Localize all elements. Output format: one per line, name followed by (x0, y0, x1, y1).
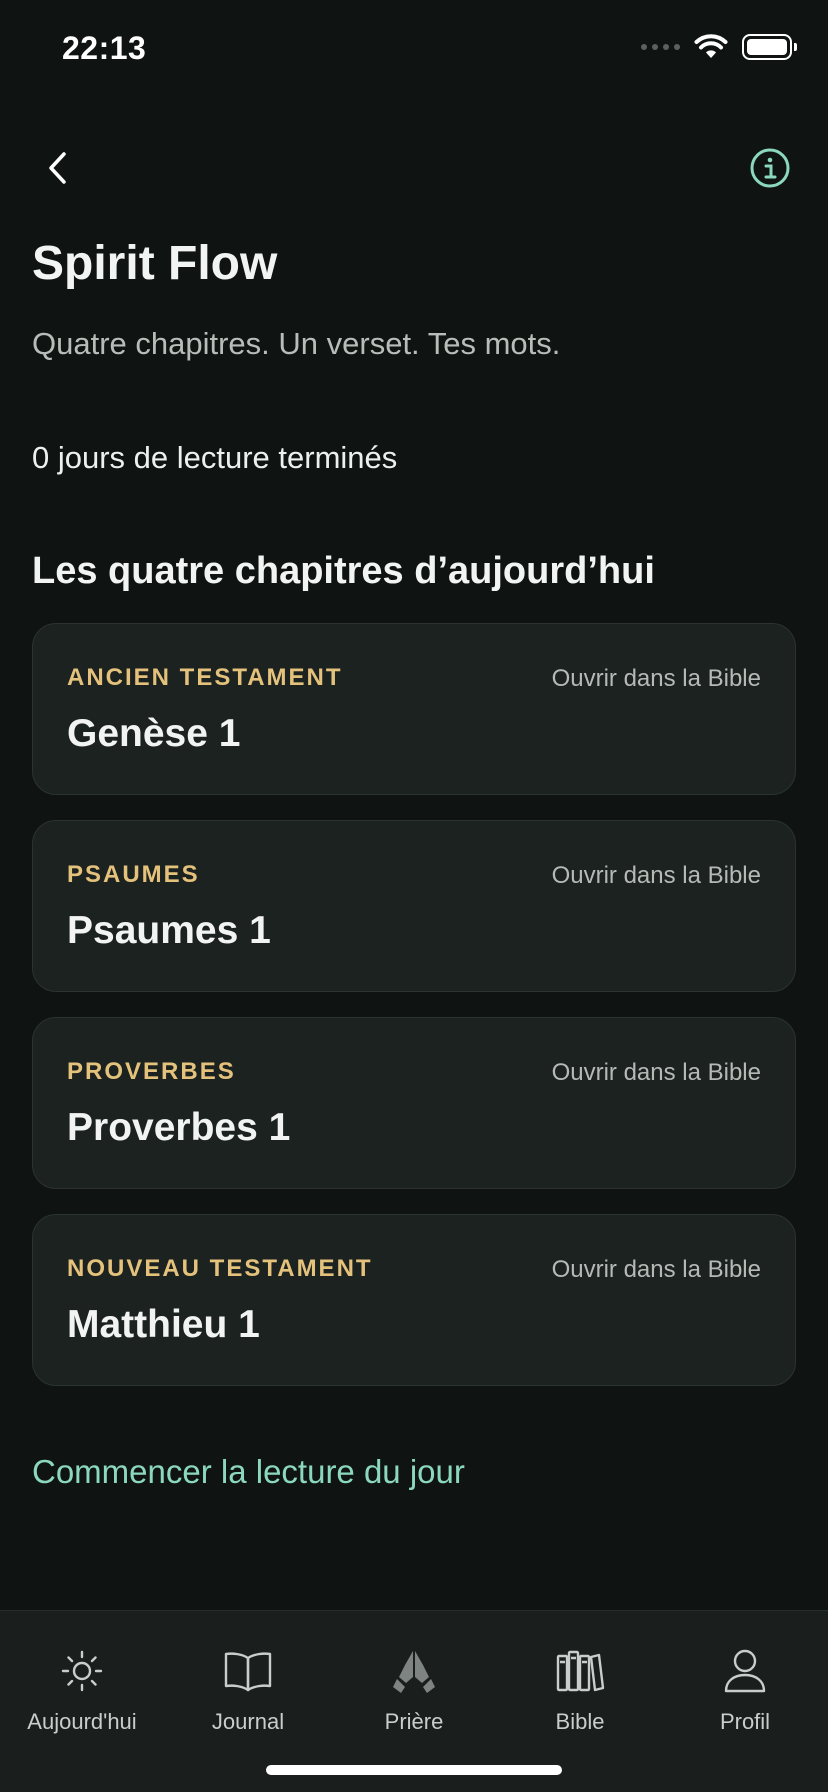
chapter-category: PROVERBES (67, 1058, 236, 1085)
tab-label: Bible (555, 1709, 605, 1734)
open-in-bible-link[interactable]: Ouvrir dans la Bible (552, 1059, 761, 1087)
tab-prayer[interactable]: Prière (334, 1645, 494, 1745)
open-in-bible-link[interactable]: Ouvrir dans la Bible (552, 665, 761, 693)
book-open-icon (222, 1645, 274, 1697)
status-icons (641, 34, 797, 60)
info-icon (750, 148, 790, 188)
chapter-card[interactable]: ANCIEN TESTAMENT Ouvrir dans la Bible Ge… (32, 623, 796, 795)
chapter-card[interactable]: PSAUMES Ouvrir dans la Bible Psaumes 1 (32, 820, 796, 992)
chapter-card[interactable]: PROVERBES Ouvrir dans la Bible Proverbes… (32, 1017, 796, 1189)
start-reading-button[interactable]: Commencer la lecture du jour (32, 1453, 465, 1491)
home-indicator[interactable] (266, 1765, 562, 1775)
open-in-bible-link[interactable]: Ouvrir dans la Bible (552, 1256, 761, 1284)
wifi-icon (694, 34, 728, 58)
tab-profile[interactable]: Profil (665, 1645, 825, 1745)
page-subtitle: Quatre chapitres. Un verset. Tes mots. (32, 326, 561, 361)
praying-hands-icon (388, 1645, 440, 1697)
streak-counter: 0 jours de lecture terminés (32, 440, 398, 475)
person-icon (719, 1645, 771, 1697)
nav-bar (0, 140, 828, 200)
battery-icon (742, 34, 797, 60)
chapter-category: PSAUMES (67, 861, 200, 888)
info-button[interactable] (748, 146, 792, 190)
tab-bible[interactable]: Bible (500, 1645, 660, 1745)
chapter-title: Matthieu 1 (67, 1303, 260, 1346)
tab-label: Profil (719, 1709, 771, 1734)
status-time: 22:13 (62, 30, 147, 66)
back-button[interactable] (36, 146, 80, 190)
chapter-category: ANCIEN TESTAMENT (67, 664, 343, 691)
chapter-title: Genèse 1 (67, 712, 241, 755)
open-in-bible-link[interactable]: Ouvrir dans la Bible (552, 862, 761, 890)
section-title: Les quatre chapitres d’aujourd’hui (32, 550, 655, 592)
sun-icon (56, 1645, 108, 1697)
chapter-card[interactable]: NOUVEAU TESTAMENT Ouvrir dans la Bible M… (32, 1214, 796, 1386)
chapter-category: NOUVEAU TESTAMENT (67, 1255, 373, 1282)
tab-label: Prière (384, 1709, 444, 1734)
tab-label: Aujourd'hui (27, 1709, 137, 1734)
books-icon (554, 1645, 606, 1697)
chapter-title: Psaumes 1 (67, 909, 271, 952)
status-bar: 22:13 (0, 0, 828, 100)
chevron-left-icon (49, 152, 66, 184)
page-title: Spirit Flow (32, 237, 278, 290)
chapter-title: Proverbes 1 (67, 1106, 291, 1149)
cellular-signal-icon (641, 44, 680, 50)
tab-journal[interactable]: Journal (168, 1645, 328, 1745)
tab-today[interactable]: Aujourd'hui (2, 1645, 162, 1745)
tab-label: Journal (211, 1709, 285, 1734)
chapter-list: ANCIEN TESTAMENT Ouvrir dans la Bible Ge… (32, 623, 796, 1411)
